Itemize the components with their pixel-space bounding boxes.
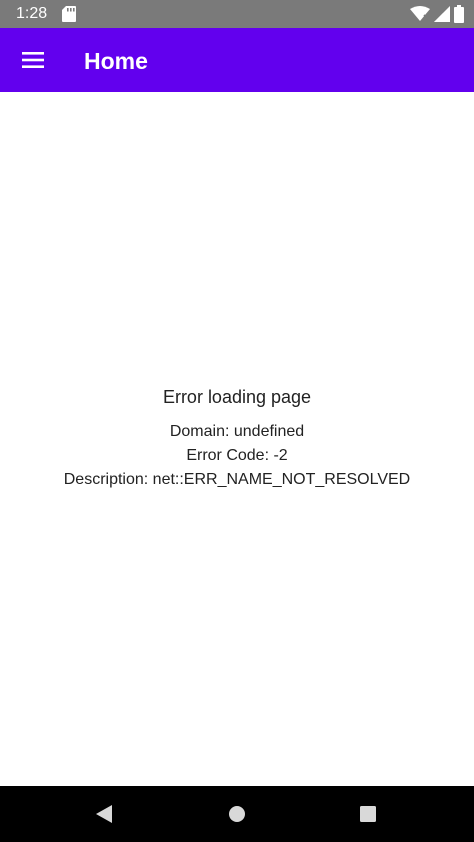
status-icons [410,5,464,23]
sd-card-icon [62,6,76,22]
status-time: 1:28 [16,5,48,22]
webview-content: Error loading page Domain: undefined Err… [0,92,474,786]
recents-icon [360,806,376,822]
back-icon [96,805,112,823]
error-heading: Error loading page [162,387,312,407]
battery-icon [454,5,464,23]
hamburger-menu-icon [22,52,44,68]
wifi-icon [410,6,430,22]
error-domain: Domain: undefined [169,423,305,440]
back-button[interactable] [86,796,122,832]
navigation-bar [0,786,474,842]
error-description: Description: net::ERR_NAME_NOT_RESOLVED [63,471,411,488]
error-message: Error loading page Domain: undefined Err… [0,386,474,492]
app-bar: Home [0,28,474,92]
home-icon [229,806,245,822]
home-button[interactable] [219,796,255,832]
status-bar: 1:28 [0,0,474,28]
device-screen: 1:28 Home Error loading page Domain: und… [0,0,474,842]
menu-button[interactable] [10,37,56,83]
recents-button[interactable] [350,796,386,832]
signal-icon [434,6,450,22]
page-title: Home [84,48,148,74]
error-code: Error Code: -2 [186,447,288,464]
